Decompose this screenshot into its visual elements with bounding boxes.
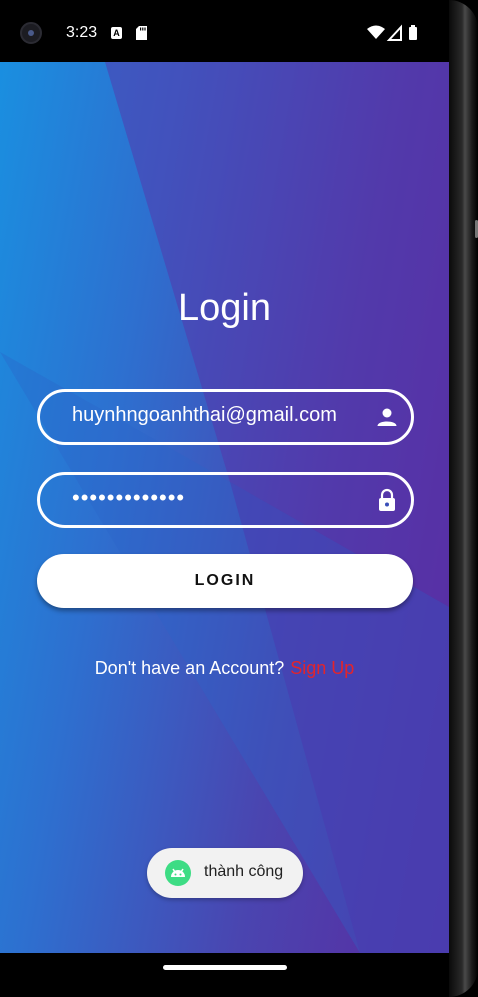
sd-card-icon (136, 26, 147, 40)
login-button[interactable]: LOGIN (37, 554, 413, 608)
signal-icon (386, 24, 402, 41)
battery-icon (409, 25, 417, 40)
email-value: huynhngoanhthai@gmail.com (72, 404, 337, 426)
system-status-icons (367, 24, 417, 41)
wifi-icon (367, 25, 385, 39)
login-screen: Login huynhngoanhthai@gmail.com ••••••••… (0, 62, 449, 953)
page-title: Login (178, 287, 271, 329)
home-gesture-handle[interactable] (163, 965, 287, 970)
toast-message: thành công (147, 848, 303, 898)
person-icon (377, 408, 397, 426)
signup-row: Don't have an Account? Sign Up (0, 658, 449, 679)
password-value: ••••••••••••• (72, 485, 186, 510)
signup-link[interactable]: Sign Up (290, 658, 354, 678)
password-field[interactable]: ••••••••••••• (37, 472, 414, 528)
device-bezel (449, 0, 478, 997)
android-icon (165, 860, 191, 886)
keyboard-a-icon: A (111, 27, 122, 39)
email-field[interactable]: huynhngoanhthai@gmail.com (37, 389, 414, 445)
status-bar: 3:23 A (0, 0, 449, 62)
toast-text: thành công (204, 863, 284, 880)
front-camera (20, 22, 42, 44)
device: 3:23 A Login huynhngoanhthai@gmail.com •… (0, 0, 478, 997)
lock-icon (379, 488, 395, 511)
signup-prompt: Don't have an Account? (94, 658, 285, 678)
navigation-bar (0, 953, 449, 997)
status-time: 3:23 (66, 24, 98, 41)
